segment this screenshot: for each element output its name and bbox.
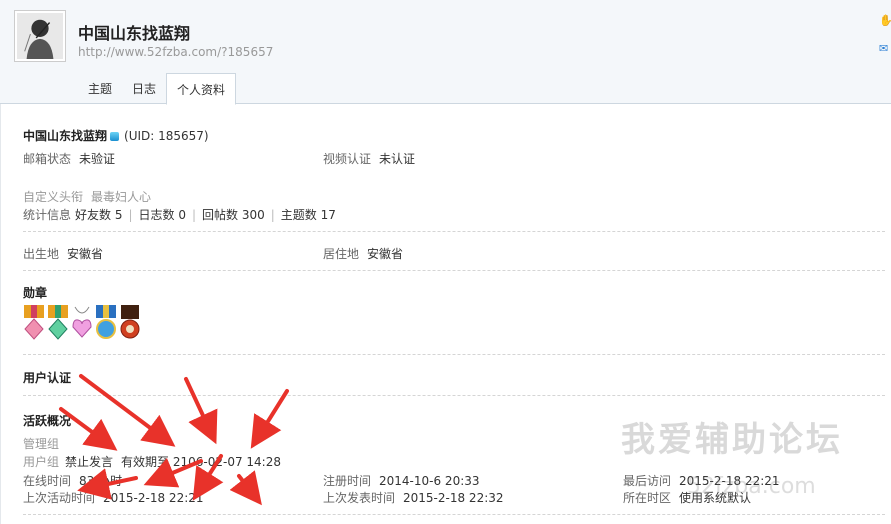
arrow-mark xyxy=(79,374,176,447)
watermark-text: 我爱辅助论坛 xyxy=(621,420,843,460)
arrow-mark xyxy=(250,389,289,449)
online-status-icon xyxy=(110,132,120,141)
header-actions: ✋ ✉ xyxy=(879,14,891,70)
group-expiry: 有效期至 2106-02-07 14:28 xyxy=(121,455,281,469)
email-row: 邮箱状态 未验证 xyxy=(23,152,116,166)
divider xyxy=(23,270,885,271)
medal-icon[interactable] xyxy=(47,305,69,340)
verify-heading: 用户认证 xyxy=(23,371,72,385)
user-group-row: 用户组 禁止发言 有效期至 2106-02-07 14:28 xyxy=(23,455,281,469)
arrow-mark xyxy=(229,470,262,506)
last-visit-row: 最后访问 2015-2-18 22:21 xyxy=(623,474,780,488)
profile-content: 中国山东找蓝翔 (UID: 185657) 邮箱状态 未验证 视频认证 未认证 自定义… xyxy=(0,104,891,524)
last-active-row: 上次活动时间 2015-2-18 22:21 xyxy=(23,491,204,505)
name-row: 中国山东找蓝翔 (UID: 185657) xyxy=(23,127,209,144)
medal-icon[interactable] xyxy=(119,305,141,340)
handshake-icon[interactable]: ✋ xyxy=(879,14,891,28)
uid: (UID: 185657) xyxy=(124,129,209,143)
tab-topics[interactable]: 主题 xyxy=(78,73,122,104)
medals-heading: 勋章 xyxy=(23,286,48,300)
profile-name: 中国山东找蓝翔 xyxy=(78,24,191,43)
residence-row: 居住地 安徽省 xyxy=(323,247,404,261)
profile-header: 中国山东找蓝翔 http://www.52fzba.com/?185657 ✋ … xyxy=(0,0,891,105)
timezone-row: 所在时区 使用系统默认 xyxy=(623,491,752,505)
stat-blogs[interactable]: 日志数 0 xyxy=(139,208,186,222)
stats-row: 统计信息 好友数 5 | 日志数 0 | 回帖数 300 | 主题数 17 xyxy=(23,208,336,222)
avatar[interactable] xyxy=(14,10,66,62)
stat-friends[interactable]: 好友数 5 xyxy=(75,208,122,222)
profile-tabs: 主题 日志 个人资料 xyxy=(78,73,237,105)
medal-icon[interactable] xyxy=(23,305,45,340)
mail-icon[interactable]: ✉ xyxy=(879,42,891,56)
video-row: 视频认证 未认证 xyxy=(323,152,416,166)
online-time-row: 在线时间 83 小时 xyxy=(23,474,123,488)
birthplace-row: 出生地 安徽省 xyxy=(23,247,104,261)
divider xyxy=(23,354,885,355)
avatar-image xyxy=(17,13,63,59)
medal-icon[interactable] xyxy=(95,305,117,340)
divider xyxy=(23,395,885,396)
last-post-row: 上次发表时间 2015-2-18 22:32 xyxy=(323,491,504,505)
medal-icon[interactable] xyxy=(71,305,93,340)
divider xyxy=(23,514,885,515)
admin-group-row: 管理组 xyxy=(23,437,60,451)
profile-url[interactable]: http://www.52fzba.com/?185657 xyxy=(78,45,273,59)
stat-replies[interactable]: 回帖数 300 xyxy=(202,208,265,222)
divider xyxy=(23,231,885,232)
arrow-mark xyxy=(184,377,218,445)
medal-list xyxy=(23,305,141,340)
custom-title-row: 自定义头衔 最毒妇人心 xyxy=(23,190,152,204)
stat-topics[interactable]: 主题数 17 xyxy=(281,208,336,222)
register-time-row: 注册时间 2014-10-6 20:33 xyxy=(323,474,480,488)
tab-blog[interactable]: 日志 xyxy=(122,73,166,104)
activity-heading: 活跃概况 xyxy=(23,414,72,428)
tab-profile[interactable]: 个人资料 xyxy=(166,73,237,105)
info-name: 中国山东找蓝翔 xyxy=(23,129,108,143)
user-group-value[interactable]: 禁止发言 xyxy=(65,455,113,469)
